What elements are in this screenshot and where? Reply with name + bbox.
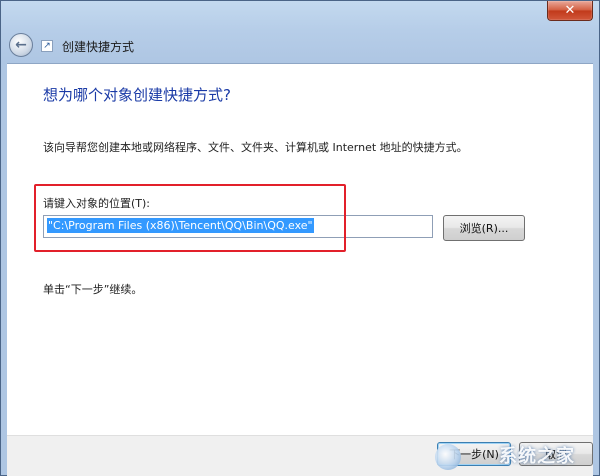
back-button[interactable]: ← — [9, 33, 33, 57]
browse-button[interactable]: 浏览(R)... — [443, 215, 525, 241]
next-hint: 单击“下一步”继续。 — [43, 283, 143, 296]
highlight-annotation — [34, 184, 346, 252]
close-icon: ✕ — [564, 3, 576, 18]
create-shortcut-window: ✕ ← ↗ 创建快捷方式 想为哪个对象创建快捷方式? 该向导帮您创建本地或网络程… — [0, 0, 600, 476]
title-bar[interactable]: ✕ — [1, 1, 599, 29]
back-arrow-icon: ← — [15, 37, 27, 53]
wizard-nav-bar: ← ↗ 创建快捷方式 — [1, 29, 599, 61]
wizard-footer: 下一步(N) 取消 系统之家 — [7, 435, 593, 476]
wizard-content: 想为哪个对象创建快捷方式? 该向导帮您创建本地或网络程序、文件、文件夹、计算机或… — [7, 63, 593, 436]
watermark: 系统之家 — [499, 446, 575, 467]
shortcut-icon: ↗ — [41, 40, 53, 52]
close-button[interactable]: ✕ — [547, 1, 593, 21]
watermark-logo-icon — [435, 444, 461, 470]
page-heading: 想为哪个对象创建快捷方式? — [43, 86, 231, 104]
wizard-description: 该向导帮您创建本地或网络程序、文件、文件夹、计算机或 Internet 地址的快… — [43, 141, 468, 154]
wizard-title: 创建快捷方式 — [62, 40, 135, 54]
